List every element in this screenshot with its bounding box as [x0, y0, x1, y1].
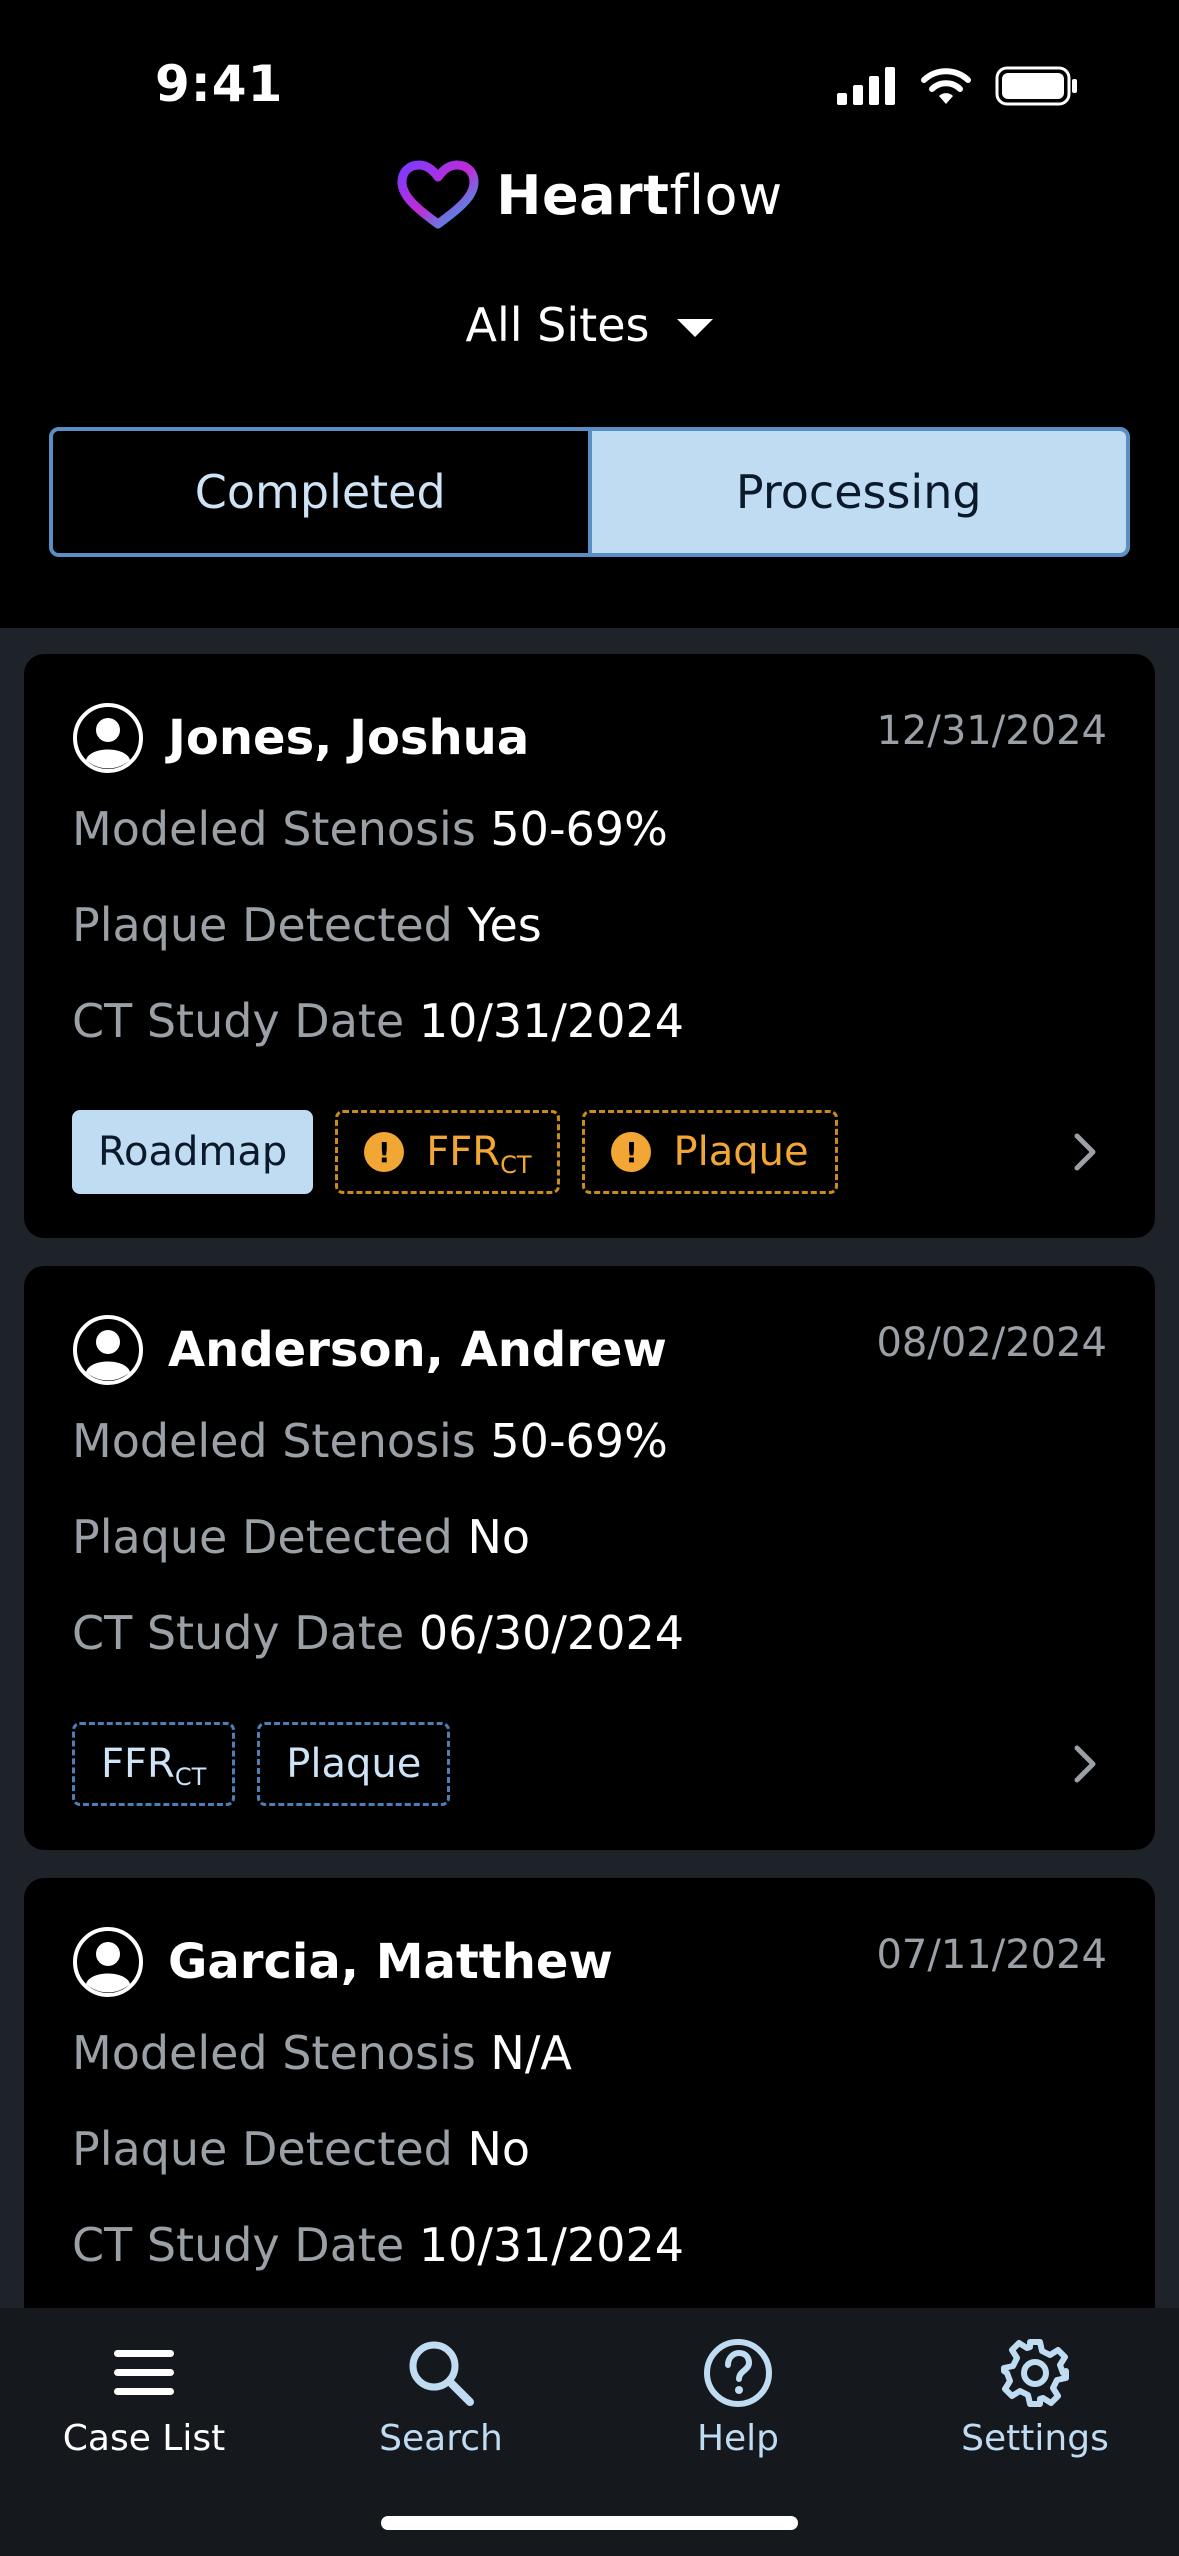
- plaque-label: Plaque Detected: [72, 2122, 453, 2176]
- report-chips: FFRCT Plaque: [72, 1722, 451, 1806]
- chip-plaque[interactable]: Plaque: [257, 1722, 451, 1806]
- warning-icon: !: [611, 1132, 652, 1172]
- stenosis-value: 50-69%: [490, 802, 668, 856]
- case-date: 07/11/2024: [876, 1932, 1107, 1978]
- case-card-header: Garcia, Matthew: [72, 1926, 613, 1998]
- stenosis-label: Modeled Stenosis: [72, 2026, 476, 2080]
- stenosis-label: Modeled Stenosis: [72, 802, 476, 856]
- tab-completed[interactable]: Completed: [53, 431, 592, 553]
- chip-ffrct-label: FFRCT: [101, 1741, 207, 1791]
- tab-processing[interactable]: Processing: [591, 431, 1126, 553]
- brand-logo: Heartflow: [0, 160, 1179, 230]
- person-avatar-icon: [73, 1927, 143, 1997]
- ct-date-label: CT Study Date: [72, 994, 405, 1048]
- warning-icon: !: [364, 1132, 405, 1172]
- status-icons: [837, 66, 1079, 106]
- brand-name: Heartflow: [496, 163, 783, 227]
- site-selector[interactable]: All Sites: [0, 298, 1179, 352]
- ct-date-row: CT Study Date 10/31/2024: [72, 2218, 684, 2272]
- ct-date-label: CT Study Date: [72, 2218, 405, 2272]
- ct-date-value: 10/31/2024: [418, 2218, 684, 2272]
- tab-label: Help: [696, 2418, 780, 2459]
- plaque-row: Plaque Detected No: [72, 2122, 530, 2176]
- patient-name: Anderson, Andrew: [168, 1322, 667, 1378]
- heart-logo-icon: [397, 160, 479, 229]
- home-indicator: [381, 2516, 798, 2530]
- status-bar: 9:41: [0, 0, 1179, 150]
- case-card[interactable]: Garcia, Matthew 07/11/2024 Modeled Steno…: [24, 1878, 1155, 2308]
- tab-search[interactable]: Search: [331, 2338, 551, 2459]
- tab-case-list[interactable]: Case List: [34, 2338, 254, 2459]
- ct-date-value: 06/30/2024: [418, 1606, 684, 1660]
- plaque-row: Plaque Detected Yes: [72, 898, 542, 952]
- case-card[interactable]: Jones, Joshua 12/31/2024 Modeled Stenosi…: [24, 654, 1155, 1238]
- ct-date-value: 10/31/2024: [418, 994, 684, 1048]
- case-card-header: Jones, Joshua: [72, 702, 529, 774]
- chip-ffrct-warning[interactable]: ! FFRCT: [335, 1110, 561, 1194]
- search-icon: [409, 2341, 474, 2406]
- status-segmented-control: Completed Processing: [49, 427, 1130, 557]
- cellular-signal-icon: [837, 67, 895, 105]
- stenosis-row: Modeled Stenosis N/A: [72, 2026, 572, 2080]
- chevron-right-icon[interactable]: [1073, 1744, 1097, 1784]
- case-date: 08/02/2024: [876, 1320, 1107, 1366]
- chip-ffrct[interactable]: FFRCT: [72, 1722, 236, 1806]
- plaque-row: Plaque Detected No: [72, 1510, 530, 1564]
- person-avatar-icon: [73, 1315, 143, 1385]
- ct-date-row: CT Study Date 06/30/2024: [72, 1606, 684, 1660]
- stenosis-value: 50-69%: [490, 1414, 668, 1468]
- help-icon: [704, 2339, 772, 2407]
- site-selector-label: All Sites: [465, 298, 650, 352]
- tab-help[interactable]: Help: [628, 2338, 848, 2459]
- wifi-icon: [921, 68, 971, 104]
- case-card-header: Anderson, Andrew: [72, 1314, 667, 1386]
- tab-label: Case List: [62, 2418, 226, 2459]
- caret-down-icon: [677, 319, 714, 337]
- case-card[interactable]: Anderson, Andrew 08/02/2024 Modeled Sten…: [24, 1266, 1155, 1850]
- stenosis-value: N/A: [490, 2026, 572, 2080]
- plaque-value: Yes: [467, 898, 542, 952]
- plaque-label: Plaque Detected: [72, 898, 453, 952]
- chevron-right-icon[interactable]: [1073, 1132, 1097, 1172]
- list-icon: [114, 2350, 174, 2395]
- tab-settings[interactable]: Settings: [925, 2338, 1145, 2459]
- chip-ffrct-label: FFRCT: [426, 1129, 532, 1179]
- status-time: 9:41: [155, 55, 284, 113]
- chip-plaque-label: Plaque: [673, 1129, 809, 1175]
- stenosis-row: Modeled Stenosis 50-69%: [72, 802, 668, 856]
- plaque-value: No: [467, 1510, 531, 1564]
- case-list: Jones, Joshua 12/31/2024 Modeled Stenosi…: [0, 628, 1179, 2308]
- plaque-value: No: [467, 2122, 531, 2176]
- tab-label: Search: [379, 2418, 503, 2459]
- chip-plaque-warning[interactable]: ! Plaque: [582, 1110, 838, 1194]
- plaque-label: Plaque Detected: [72, 1510, 453, 1564]
- chip-roadmap[interactable]: Roadmap: [72, 1110, 314, 1194]
- report-chips: Roadmap ! FFRCT ! Plaque: [72, 1110, 838, 1194]
- tab-label: Settings: [961, 2418, 1109, 2459]
- ct-date-label: CT Study Date: [72, 1606, 405, 1660]
- gear-icon: [1001, 2339, 1069, 2407]
- stenosis-label: Modeled Stenosis: [72, 1414, 476, 1468]
- person-avatar-icon: [73, 703, 143, 773]
- ct-date-row: CT Study Date 10/31/2024: [72, 994, 684, 1048]
- case-date: 12/31/2024: [876, 708, 1107, 754]
- battery-icon: [995, 66, 1077, 106]
- patient-name: Jones, Joshua: [168, 710, 530, 766]
- stenosis-row: Modeled Stenosis 50-69%: [72, 1414, 668, 1468]
- patient-name: Garcia, Matthew: [168, 1934, 613, 1990]
